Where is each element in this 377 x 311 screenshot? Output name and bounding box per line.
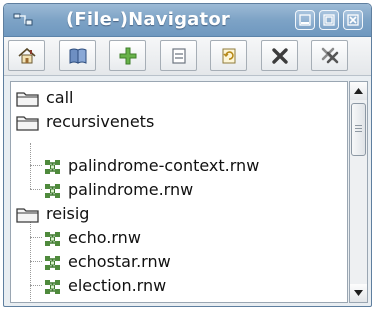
maximize-icon [323, 14, 335, 26]
tree-item-label: palindrome.rnw [68, 180, 194, 199]
scroll-up-button[interactable] [350, 82, 367, 100]
tree-connector [30, 237, 42, 238]
tree-connector [30, 189, 42, 190]
maximize-button[interactable] [319, 10, 339, 30]
tree-item-label: call [46, 88, 74, 107]
net-file-icon [45, 160, 60, 174]
folder-icon [16, 116, 39, 131]
home-button[interactable] [8, 40, 45, 71]
home-icon [18, 47, 36, 64]
tree-connector [30, 165, 42, 166]
delete-all-button[interactable] [311, 40, 348, 71]
tree-item-label: palindrome-context.rnw [68, 156, 260, 175]
window-title: (File-)Navigator [66, 9, 230, 30]
document-icon [172, 48, 186, 64]
net-file-icon [45, 280, 60, 294]
tree-connector [30, 285, 42, 286]
tree-item-label: recursivenets [46, 112, 155, 131]
arrow-down-icon [354, 290, 363, 296]
tree-connector [30, 215, 31, 302]
tree-connector [30, 143, 31, 189]
arrow-up-icon [354, 88, 363, 94]
refresh-icon [222, 48, 236, 64]
navigator-window: (File-)Navigator call recursivenets pali… [3, 3, 372, 307]
folder-icon [16, 92, 39, 107]
tree-item-label: echostar.rnw [68, 252, 171, 271]
net-file-icon [45, 232, 60, 246]
tree-item-label: echo.rnw [68, 228, 141, 247]
minimize-icon [299, 14, 311, 26]
minimize-button[interactable] [295, 10, 315, 30]
tree-item-label: election.rnw [68, 276, 167, 295]
net-file-icon [45, 184, 60, 198]
scrollbar-thumb[interactable] [351, 103, 366, 156]
refresh-button[interactable] [210, 40, 247, 71]
document-button[interactable] [160, 40, 197, 71]
add-icon [119, 47, 137, 65]
delete-button[interactable] [261, 40, 298, 71]
add-button[interactable] [109, 40, 146, 71]
vertical-scrollbar[interactable] [349, 81, 368, 303]
tree-connector [30, 261, 42, 262]
title-bar[interactable]: (File-)Navigator [4, 4, 371, 37]
delete-all-icon [321, 47, 339, 64]
net-file-icon [45, 256, 60, 270]
close-button[interactable] [343, 10, 363, 30]
navigator-app-icon [13, 13, 33, 26]
open-book-icon [69, 48, 87, 64]
folder-icon [16, 208, 39, 223]
file-tree[interactable]: call recursivenets palindrome-context.rn… [10, 81, 348, 303]
toolbar [4, 37, 371, 76]
delete-icon [272, 48, 288, 64]
close-icon [347, 14, 359, 26]
open-book-button[interactable] [59, 40, 96, 71]
scroll-down-button[interactable] [350, 284, 367, 302]
tree-item-label: reisig [46, 204, 90, 223]
